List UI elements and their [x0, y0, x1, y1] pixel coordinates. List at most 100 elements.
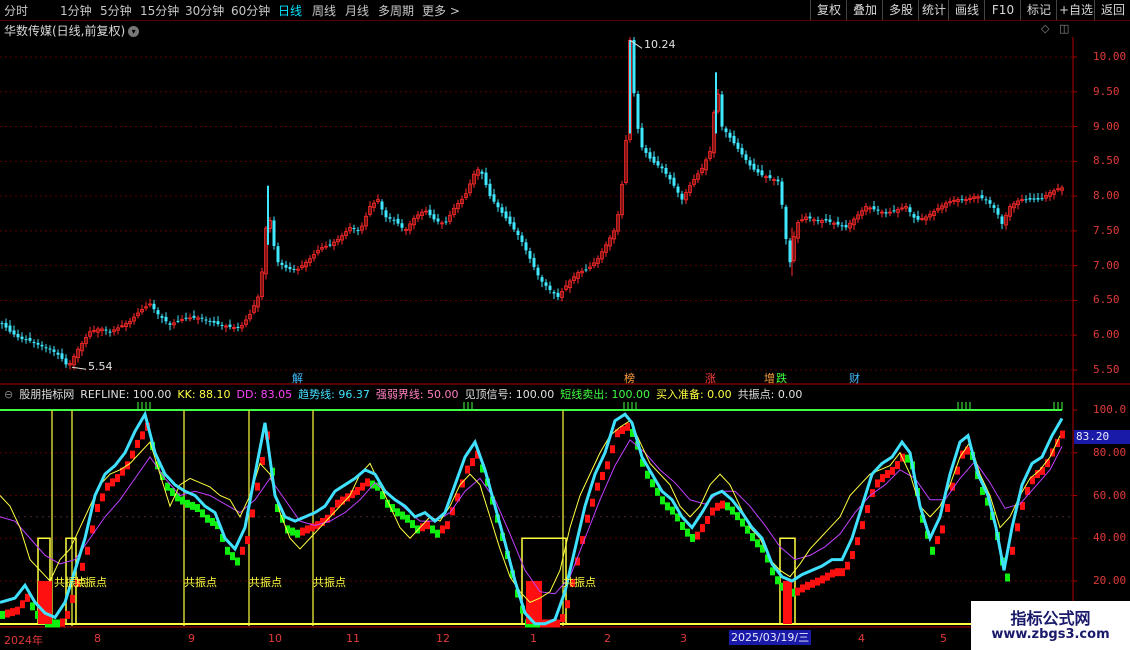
gzd-label: 共振点: [184, 576, 217, 589]
bull-block: [820, 575, 825, 584]
overlay-button[interactable]: 叠加: [846, 0, 883, 20]
bull-block: [830, 569, 835, 578]
candle-body: [208, 320, 212, 322]
event-marker[interactable]: 解: [292, 370, 303, 386]
candle-body: [380, 201, 384, 210]
back-button[interactable]: 返回: [1094, 0, 1130, 20]
candle-body: [20, 336, 24, 340]
candle-body: [192, 315, 196, 318]
watermark: 指标公式网 www.zbgs3.com: [971, 601, 1130, 650]
candle-body: [204, 319, 208, 321]
indicator-value: DD: 83.05: [236, 388, 293, 401]
candle-body: [480, 171, 484, 174]
multi-stock-button[interactable]: 多股: [882, 0, 919, 20]
candle-body: [584, 269, 588, 271]
bull-block: [110, 478, 115, 487]
bear-block: [200, 509, 205, 518]
f10-button[interactable]: F10: [984, 0, 1021, 20]
bull-block: [1010, 546, 1015, 555]
bull-block: [585, 514, 590, 523]
bear-block: [725, 502, 730, 511]
indicator-name[interactable]: 股朋指标网: [19, 388, 74, 401]
price-axis-label: 7.00: [1093, 258, 1120, 272]
bull-block: [945, 504, 950, 513]
timeframe-tab[interactable]: 多周期: [378, 2, 414, 19]
bull-block: [860, 521, 865, 530]
bear-block: [235, 557, 240, 566]
indicator-axis-label: 100.0: [1093, 403, 1127, 416]
chart-canvas[interactable]: [0, 37, 1130, 630]
candle-body: [352, 228, 356, 230]
candle-body: [160, 316, 164, 318]
candle-body: [752, 163, 756, 170]
event-marker[interactable]: 增: [764, 370, 775, 386]
candle-body: [520, 235, 524, 243]
candle-body: [436, 218, 440, 222]
candle-body: [548, 285, 552, 291]
bull-block: [1040, 466, 1045, 475]
bull-block: [865, 505, 870, 514]
bull-block: [835, 568, 840, 577]
x-axis-label: 2024年: [4, 634, 43, 647]
bull-block: [850, 551, 855, 560]
timeframe-tab[interactable]: 60分钟: [231, 2, 270, 19]
candle-body: [824, 218, 828, 221]
bull-block: [565, 600, 570, 609]
candle-body: [4, 322, 8, 328]
bull-block: [85, 546, 90, 555]
candle-body: [836, 221, 840, 225]
candle-body: [12, 330, 16, 335]
candle-body: [644, 148, 648, 153]
event-marker[interactable]: 榜: [624, 370, 635, 386]
candle-body: [236, 326, 240, 328]
candle-body: [912, 214, 916, 218]
bear-block: [750, 533, 755, 542]
candle-body: [496, 202, 500, 208]
timeframe-tab-active[interactable]: 日线: [278, 2, 302, 19]
stats-button[interactable]: 统计: [918, 0, 949, 20]
mark-button[interactable]: 标记: [1020, 0, 1057, 20]
candle-body: [884, 212, 888, 214]
timeframe-tab[interactable]: 5分钟: [100, 2, 132, 19]
candle-body: [216, 321, 220, 325]
add-favorite-button[interactable]: +自选: [1056, 0, 1095, 20]
current-value-flag: 83.20: [1074, 430, 1130, 444]
draw-line-button[interactable]: 画线: [948, 0, 985, 20]
timeframe-tab[interactable]: 月线: [345, 2, 369, 19]
candle-body: [220, 324, 224, 326]
x-axis-label: 9: [188, 632, 195, 645]
bull-block: [20, 600, 25, 609]
event-marker[interactable]: 财: [849, 370, 860, 386]
timeframe-tab[interactable]: 15分钟: [140, 2, 179, 19]
candle-body: [36, 342, 40, 345]
bear-block: [180, 496, 185, 505]
timeframe-tab[interactable]: 1分钟: [60, 2, 92, 19]
candle-body: [816, 220, 820, 222]
bull-block: [5, 609, 10, 618]
x-axis-label: 10: [268, 632, 282, 645]
candle-body: [960, 199, 964, 201]
event-marker[interactable]: 涨: [705, 370, 716, 386]
bull-block: [300, 527, 305, 536]
candle-body: [504, 211, 508, 219]
candle-body: [32, 342, 36, 344]
fuquan-button[interactable]: 复权: [810, 0, 847, 20]
bull-block: [445, 521, 450, 530]
bull-block: [695, 531, 700, 540]
pane-toggle-icon[interactable]: ◫: [1059, 22, 1069, 35]
candle-body: [536, 267, 540, 276]
bull-block: [250, 509, 255, 518]
candle-body: [776, 179, 780, 182]
more-timeframes-button[interactable]: 更多 >: [422, 2, 460, 19]
bull-block: [940, 525, 945, 534]
x-axis-label: 2: [604, 632, 611, 645]
chevron-down-icon[interactable]: ▾: [128, 26, 140, 37]
timeframe-tab[interactable]: 30分钟: [185, 2, 224, 19]
event-marker[interactable]: 跌: [776, 370, 787, 386]
bear-block: [690, 533, 695, 542]
timeframe-tab[interactable]: 周线: [312, 2, 336, 19]
indicator-settings-icon[interactable]: ⊖: [4, 388, 13, 401]
diamond-icon[interactable]: ◇: [1041, 22, 1049, 35]
timeframe-tab[interactable]: 分时: [4, 2, 28, 19]
bear-block: [225, 546, 230, 555]
